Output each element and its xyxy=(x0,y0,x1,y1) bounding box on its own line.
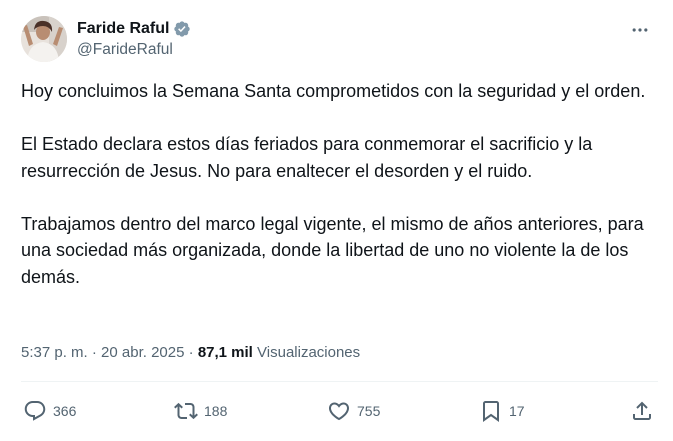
reply-count: 366 xyxy=(53,403,77,419)
more-horizontal-icon xyxy=(632,28,648,32)
like-count: 755 xyxy=(357,403,381,419)
more-options-button[interactable] xyxy=(623,18,657,42)
bookmark-icon xyxy=(483,401,499,422)
bookmark-button[interactable]: 17 xyxy=(479,396,525,426)
post-paragraph: Trabajamos dentro del marco legal vigent… xyxy=(21,213,644,287)
avatar[interactable] xyxy=(21,16,67,62)
verified-badge-icon xyxy=(173,20,191,38)
views-count[interactable]: 87,1 mil xyxy=(198,344,253,361)
like-icon xyxy=(328,402,350,421)
repost-icon xyxy=(174,402,198,420)
repost-button[interactable]: 188 xyxy=(174,396,227,426)
post-time[interactable]: 5:37 p. m. xyxy=(21,344,88,361)
meta-separator: · xyxy=(188,344,194,361)
author-name[interactable]: Faride Raful xyxy=(77,19,169,39)
post-meta: 5:37 p. m. · 20 abr. 2025 · 87,1 mil Vis… xyxy=(21,343,360,363)
post-date[interactable]: 20 abr. 2025 xyxy=(101,344,184,361)
views-label[interactable]: Visualizaciones xyxy=(257,344,360,361)
bookmark-count: 17 xyxy=(509,403,525,419)
author-handle[interactable]: @FarideRaful xyxy=(77,40,191,60)
action-bar: 366 188 755 17 xyxy=(21,396,658,426)
share-icon xyxy=(633,401,651,420)
post-paragraph: Hoy concluimos la Semana Santa compromet… xyxy=(21,81,646,101)
repost-count: 188 xyxy=(204,403,228,419)
post-text: Hoy concluimos la Semana Santa compromet… xyxy=(21,78,661,290)
post-header: Faride Raful @FarideRaful xyxy=(21,16,657,64)
post-paragraph: El Estado declara estos días feriados pa… xyxy=(21,134,593,181)
reply-icon xyxy=(24,401,46,421)
divider xyxy=(21,381,658,382)
reply-button[interactable]: 366 xyxy=(23,396,76,426)
like-button[interactable]: 755 xyxy=(327,396,380,426)
meta-separator: · xyxy=(91,344,97,361)
share-button[interactable] xyxy=(630,396,654,426)
